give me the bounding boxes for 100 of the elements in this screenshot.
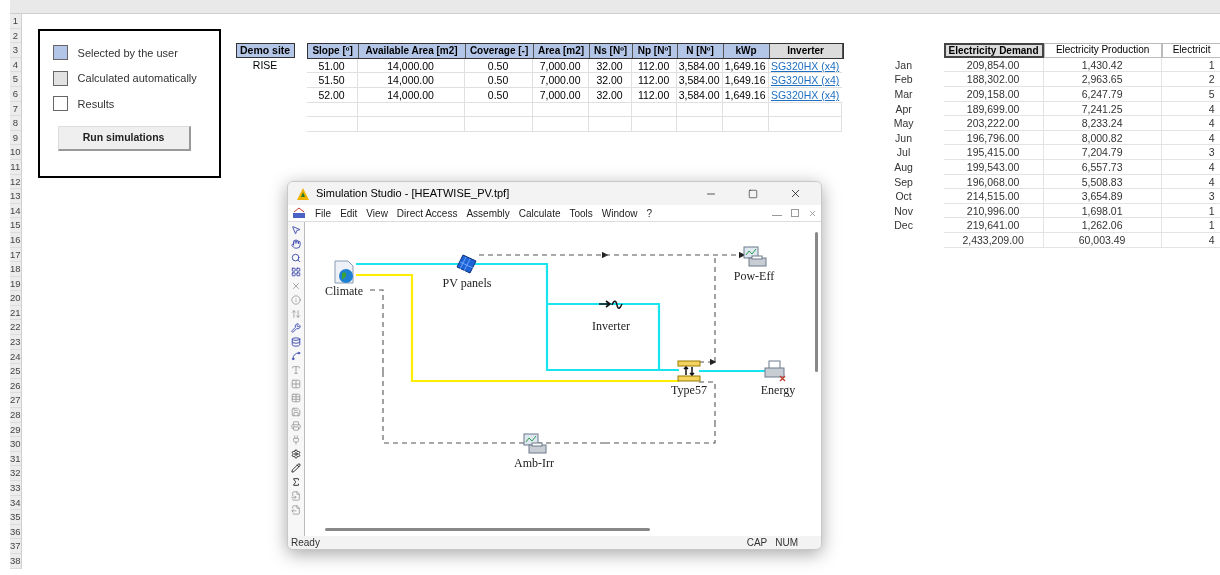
row-number: 4 — [10, 57, 21, 73]
menu-item[interactable]: File — [315, 205, 332, 221]
menu-item[interactable]: Assembly — [466, 205, 510, 221]
table-cell: 0.50 — [464, 73, 533, 88]
hand-icon[interactable] — [291, 239, 301, 249]
table-cell: 189,699.00 — [943, 101, 1044, 117]
run-simulations-button[interactable]: Run simulations — [57, 126, 191, 152]
arrows-icon[interactable] — [291, 309, 301, 319]
sigma-icon[interactable] — [291, 477, 301, 487]
table-cell: 3 — [1161, 189, 1220, 204]
table-cell: 51.00 — [306, 58, 358, 74]
settings-icon[interactable] — [291, 449, 301, 459]
pointer-icon[interactable] — [291, 225, 301, 235]
table-cell: 6,247.79 — [1043, 86, 1162, 102]
menu-item[interactable]: Edit — [340, 205, 358, 221]
table-cell: 2,433,209.00 — [943, 232, 1044, 248]
component-label: Inverter — [592, 318, 630, 335]
row-number: 27 — [10, 393, 21, 409]
table-cell: 4 — [1161, 116, 1220, 131]
month-label: Dec — [893, 218, 914, 233]
menu-item[interactable]: Calculate — [518, 205, 561, 221]
status-indicator: CAP — [746, 536, 768, 549]
menu-item[interactable]: Tools — [569, 205, 593, 221]
table-cell: 3,584.00 — [676, 58, 723, 74]
month-label: Jun — [894, 130, 914, 146]
table-cell: 7,241.25 — [1043, 101, 1162, 117]
table-cell: 14,000.00 — [357, 58, 465, 74]
table-cell: 8,000.82 — [1043, 130, 1162, 146]
component-label: PV panels — [442, 275, 492, 292]
empty-cell — [631, 102, 677, 118]
table-cell: 52.00 — [306, 87, 358, 103]
empty-cell — [676, 117, 723, 132]
inverter-link[interactable]: SG320HX (x4) — [768, 87, 842, 103]
month-label: Sep — [893, 174, 914, 190]
table-cell: 199,543.00 — [943, 159, 1044, 175]
save-icon[interactable] — [291, 407, 301, 417]
printer-icon[interactable] — [291, 421, 301, 431]
table-cell: 1 — [1161, 203, 1220, 219]
inverter-link[interactable]: SG320HX (x4) — [768, 58, 842, 74]
solar-panel-icon — [456, 253, 478, 275]
month-label: Aug — [893, 159, 914, 175]
column-header: Electricity Production — [1043, 43, 1162, 58]
database-icon[interactable] — [291, 337, 301, 347]
globe-document-icon — [331, 259, 357, 285]
component-label: Amb-Irr — [514, 455, 554, 472]
table-cell: 7,000.00 — [532, 87, 589, 103]
menu-item[interactable]: View — [366, 205, 388, 221]
app-menu-icon[interactable] — [292, 207, 306, 219]
table-cell: 196,796.00 — [943, 130, 1044, 146]
table-cell: 7,000.00 — [532, 58, 589, 74]
wrench-icon[interactable] — [291, 323, 301, 333]
text-icon[interactable] — [291, 365, 301, 375]
column-header: Np [Nº] — [632, 44, 678, 58]
mdi-close-icon[interactable] — [808, 208, 817, 218]
inverter-link[interactable]: SG320HX (x4) — [768, 73, 842, 88]
horizontal-scrollbar[interactable] — [325, 527, 650, 531]
month-label: May — [892, 116, 915, 131]
row-number: 35 — [10, 510, 21, 525]
row-number: 37 — [10, 539, 21, 554]
table-cell: 3,584.00 — [676, 73, 723, 88]
spline-icon[interactable] — [291, 351, 301, 361]
menu-item[interactable]: Direct Access — [396, 205, 458, 221]
search-icon[interactable] — [291, 253, 301, 263]
plug-icon[interactable] — [291, 435, 301, 445]
column-header: Demo site — [235, 43, 295, 58]
menu-item[interactable]: ? — [646, 205, 652, 221]
month-label: Oct — [894, 189, 913, 204]
info-icon[interactable] — [291, 295, 301, 305]
table-icon[interactable] — [291, 393, 301, 403]
table-cell: 0.50 — [464, 87, 533, 103]
column-header: Electricit — [1161, 43, 1220, 58]
row-number: 1 — [10, 14, 21, 29]
component-label: Climate — [325, 283, 363, 300]
component-label: Pow-Eff — [733, 268, 775, 285]
table-cell: 51.50 — [306, 73, 358, 88]
table-cell: 1,649.16 — [722, 58, 769, 74]
status-indicator: NUM — [775, 536, 798, 549]
row-number: 9 — [10, 130, 21, 146]
converter-icon — [677, 360, 701, 382]
pencil-icon[interactable] — [291, 463, 301, 473]
legend-label: Results — [77, 96, 115, 112]
month-label: Apr — [894, 101, 913, 117]
mdi-restore-icon[interactable] — [791, 209, 799, 217]
file-in-icon[interactable] — [291, 491, 301, 501]
table-cell: 214,515.00 — [943, 189, 1044, 204]
row-number: 36 — [10, 524, 21, 540]
column-header: Ns [Nº] — [589, 44, 633, 58]
grid-icon[interactable] — [291, 267, 301, 277]
menu-item[interactable]: Window — [601, 205, 638, 221]
table-cell: 4 — [1161, 130, 1220, 146]
table-cell: 1,698.01 — [1043, 203, 1162, 219]
empty-cell — [588, 102, 632, 118]
file-out-icon[interactable] — [291, 505, 301, 515]
table-cell: 3 — [1161, 145, 1220, 160]
row-number: 16 — [10, 232, 21, 248]
empty-cell — [676, 102, 723, 118]
column-header: N [Nº] — [677, 44, 724, 58]
row-number: 12 — [10, 174, 21, 190]
vertical-scrollbar[interactable] — [814, 232, 818, 372]
close-icon[interactable] — [291, 281, 301, 291]
